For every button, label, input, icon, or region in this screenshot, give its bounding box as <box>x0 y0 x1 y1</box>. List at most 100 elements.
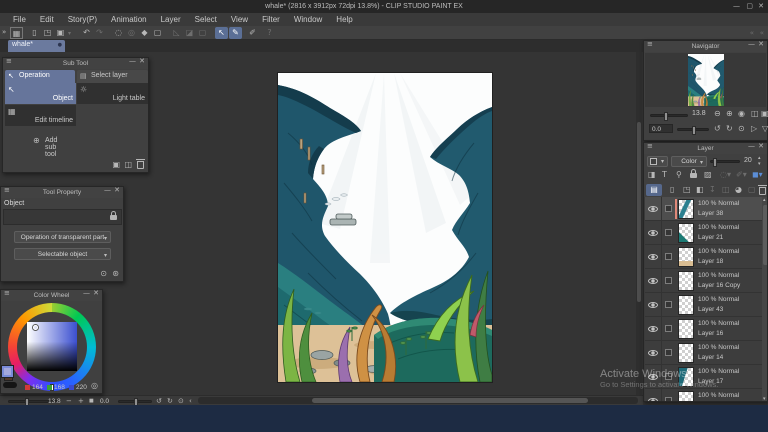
delete-layer-icon[interactable] <box>758 185 767 195</box>
panel-close-icon[interactable]: ✕ <box>93 290 99 297</box>
invert-select-icon[interactable]: ◺ <box>170 27 183 39</box>
maximize-icon[interactable]: ▢ <box>746 3 753 10</box>
rotate-ccw-icon[interactable]: ↺ <box>156 398 162 405</box>
flip-vertical-icon[interactable]: ▽ <box>762 125 768 133</box>
layer-row-19-copy[interactable]: 100 % Normal Layer 19 Copy <box>645 389 762 401</box>
redo-icon[interactable]: ↷ <box>93 27 106 39</box>
object-tool-icon[interactable]: ↖ <box>215 27 228 39</box>
panel-menu-icon[interactable]: ≡ <box>6 58 12 65</box>
tab-close-icon[interactable]: ● <box>58 43 62 48</box>
rotate-ccw-icon[interactable]: ↺ <box>714 125 721 133</box>
layer-row-38[interactable]: 100 % Normal Layer 38 <box>645 197 762 221</box>
menu-story[interactable]: Story(P) <box>61 15 104 24</box>
layer-checkbox[interactable] <box>665 349 672 356</box>
apply-mask-icon[interactable]: ▢ <box>748 186 756 194</box>
undo-icon[interactable]: ↶ <box>80 27 93 39</box>
vertical-scrollbar-thumb[interactable] <box>637 122 641 302</box>
menu-help[interactable]: Help <box>329 15 359 24</box>
tab-select-layer[interactable]: ▤ Select layer <box>77 70 148 83</box>
color-mode-toggle-icon[interactable]: ◎ <box>91 382 98 390</box>
horizontal-scrollbar[interactable] <box>198 397 638 404</box>
overflow-right-icon[interactable]: « <box>750 30 754 37</box>
layer-row-43[interactable]: 100 % Normal Layer 43 <box>645 293 762 317</box>
visibility-eye-icon[interactable] <box>648 350 658 356</box>
new-raster-layer-icon[interactable]: ▯ <box>670 186 674 194</box>
reset-rotation-icon[interactable]: ⊙ <box>178 398 184 405</box>
transform-icon[interactable]: ▢ <box>151 27 164 39</box>
color-wheel-header[interactable]: ≡ Color Wheel — ✕ <box>1 290 102 301</box>
scrollbar-thumb[interactable] <box>763 205 767 265</box>
panel-minimize-icon[interactable]: — <box>104 187 111 194</box>
eyedropper-icon[interactable]: ⊙ <box>100 270 107 278</box>
zoom-in-icon[interactable]: + <box>78 398 84 405</box>
tab-operation[interactable]: ↖ Operation <box>5 70 75 83</box>
zoom-out-icon[interactable]: − <box>66 398 72 405</box>
menu-view[interactable]: View <box>224 15 255 24</box>
reference-layer-icon[interactable]: ◌▾ <box>720 171 731 179</box>
color-picker-marker[interactable] <box>33 325 38 330</box>
help-tool-icon[interactable]: ? <box>263 27 276 39</box>
operate-tool-icon[interactable]: ✎ <box>229 27 242 39</box>
layer-thumbnail[interactable] <box>678 223 694 243</box>
panel-close-icon[interactable]: ✕ <box>758 143 764 150</box>
menu-layer[interactable]: Layer <box>154 15 188 24</box>
layer-thumbnail[interactable] <box>678 391 694 401</box>
main-color-swatch[interactable] <box>2 366 13 377</box>
lock-layer-icon[interactable] <box>690 169 697 178</box>
menu-select[interactable]: Select <box>188 15 224 24</box>
visibility-eye-icon[interactable] <box>648 206 658 212</box>
minimize-icon[interactable]: — <box>733 3 740 10</box>
layer-color-icon[interactable]: ◼▾ <box>752 171 763 179</box>
sub-tool-panel-header[interactable]: ≡ Sub Tool — ✕ <box>3 58 148 69</box>
panel-minimize-icon[interactable]: — <box>748 41 755 48</box>
collapse-icon[interactable]: ‹ <box>189 398 192 405</box>
new-folder-icon[interactable]: ◧ <box>696 186 704 194</box>
layer-checkbox[interactable] <box>665 325 672 332</box>
navigator-rotate-slider[interactable] <box>677 126 709 135</box>
vertical-scrollbar[interactable] <box>636 52 642 395</box>
layer-checkbox[interactable] <box>665 253 672 260</box>
layer-thumbnail[interactable] <box>678 271 694 291</box>
panel-close-icon[interactable]: ✕ <box>139 58 145 65</box>
layer-row-18[interactable]: 100 % Normal Layer 18 <box>645 245 762 269</box>
selectable-object-dropdown[interactable]: Selectable object ▾ <box>14 248 111 260</box>
export-icon[interactable]: ▣ <box>54 27 67 39</box>
layer-checkbox[interactable] <box>665 301 672 308</box>
export-caret-icon[interactable]: ▾ <box>68 31 71 37</box>
overflow-right-icon-2[interactable]: « <box>760 30 764 37</box>
zoom-out-icon[interactable]: ⊖ <box>714 110 721 118</box>
deselect-icon[interactable]: ◎ <box>125 27 138 39</box>
panel-menu-icon[interactable]: ≡ <box>647 143 653 150</box>
transparent-part-dropdown[interactable]: Operation of transparent part ▾ <box>14 231 111 243</box>
palette-color-dropdown[interactable]: ▾ <box>647 156 668 167</box>
visibility-eye-icon[interactable] <box>648 230 658 236</box>
rotate-cw-icon[interactable]: ↻ <box>726 125 733 133</box>
navigator-zoom-slider[interactable] <box>650 112 688 121</box>
layer-thumbnail[interactable] <box>678 319 694 339</box>
menu-file[interactable]: File <box>6 15 33 24</box>
rotation-value-box[interactable]: 0.0 <box>649 124 673 133</box>
expand-select-icon[interactable]: ◪ <box>183 27 196 39</box>
layer-name[interactable]: Layer 43 <box>698 306 723 313</box>
visibility-eye-icon[interactable] <box>648 254 658 260</box>
fit-screen-icon[interactable]: ■ <box>89 399 94 404</box>
layer-checkbox[interactable] <box>665 397 672 401</box>
layer-name[interactable]: Layer 17 <box>698 378 723 385</box>
layer-row-16-copy[interactable]: 100 % Normal Layer 16 Copy <box>645 269 762 293</box>
panel-menu-icon[interactable]: ≡ <box>4 290 10 297</box>
layer-thumbnail[interactable] <box>678 367 694 387</box>
reset-rotate-icon[interactable]: ⊙ <box>738 125 745 133</box>
polygon-select-icon[interactable]: ◆ <box>138 27 151 39</box>
layer-checkbox[interactable] <box>665 277 672 284</box>
duplicate-subtool-icon[interactable]: ◫ <box>124 161 132 169</box>
layer-name[interactable]: Layer 21 <box>698 234 723 241</box>
layer-opacity-slider[interactable] <box>710 158 740 167</box>
layer-thumbnail[interactable] <box>678 295 694 315</box>
scroll-up-icon[interactable]: ▴ <box>763 198 766 203</box>
saturation-value-square[interactable] <box>27 322 77 371</box>
panel-close-icon[interactable]: ✕ <box>758 41 764 48</box>
layer-row-14[interactable]: 100 % Normal Layer 14 <box>645 341 762 365</box>
layer-list-scrollbar[interactable]: ▴ ▾ <box>762 197 767 401</box>
sub-tool-light-table[interactable]: ☼ Light table <box>77 83 148 104</box>
panel-menu-icon[interactable]: ≡ <box>647 41 653 48</box>
